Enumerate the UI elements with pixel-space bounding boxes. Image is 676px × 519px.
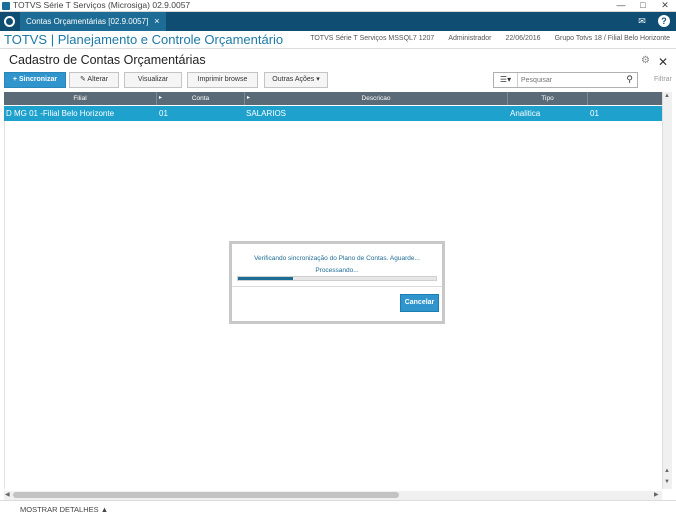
app-icon <box>2 1 10 10</box>
dialog-message: Verificando sincronização do Plano de Co… <box>254 255 420 262</box>
sync-button[interactable]: + Sincronizar <box>4 72 66 88</box>
date-label: 22/06/2016 <box>505 35 541 42</box>
scroll-right-icon[interactable]: ▶ <box>654 491 659 500</box>
dialog-status: Processando... <box>315 267 359 274</box>
column-header-extra[interactable] <box>588 92 662 105</box>
column-label: Descricao <box>361 95 391 102</box>
dropdown-arrow-icon: ▾ <box>316 76 320 83</box>
window-controls: — □ ✕ <box>610 0 676 12</box>
column-header-descricao[interactable]: ▸ Descricao <box>245 92 508 105</box>
tabbar-tools: ✉ ? <box>636 15 670 27</box>
cancel-button[interactable]: Cancelar <box>400 294 439 312</box>
dialog-separator <box>232 286 442 287</box>
column-header-conta[interactable]: ▸ Conta <box>157 92 245 105</box>
progress-bar <box>237 276 437 281</box>
cell-filial: D MG 01 -Filial Belo Horizonte <box>6 109 115 118</box>
cell-tipo: Analitica <box>510 109 541 118</box>
grid-header: Filial ▸ Conta ▸ Descricao Tipo <box>4 92 662 105</box>
sync-progress-dialog: Verificando sincronização do Plano de Co… <box>229 241 445 324</box>
maximize-button[interactable]: □ <box>632 0 654 12</box>
table-row[interactable]: D MG 01 -Filial Belo Horizonte 01 SALARI… <box>4 106 662 121</box>
app-brand: TOTVS | Planejamento e Controle Orçament… <box>4 32 284 47</box>
more-actions-label: Outras Ações <box>272 76 315 83</box>
show-details-toggle[interactable]: MOSTRAR DETALHES ▲ <box>20 505 108 514</box>
column-header-tipo[interactable]: Tipo <box>508 92 588 105</box>
chevron-up-icon: ▲ <box>100 505 109 514</box>
tab-contas-orcamentarias[interactable]: Contas Orçamentárias [02.9.0057] × <box>20 12 166 31</box>
help-icon[interactable]: ? <box>658 15 670 27</box>
tab-label: Contas Orçamentárias [02.9.0057] <box>26 17 149 26</box>
user-label: Administrador <box>448 35 492 42</box>
cell-conta: 01 <box>159 109 168 118</box>
scroll-down-icon[interactable]: ▼ <box>664 479 670 485</box>
search-box: ☰▾ ⚲ <box>493 72 638 88</box>
minimize-button[interactable]: — <box>610 0 632 12</box>
show-details-label: MOSTRAR DETALHES <box>20 505 99 514</box>
scroll-left-icon[interactable]: ◀ <box>5 491 10 500</box>
pencil-icon: ✎ <box>79 76 86 83</box>
app-header: TOTVS | Planejamento e Controle Orçament… <box>0 31 676 49</box>
window-titlebar: TOTVS Série T Serviços (Microsiga) 02.9.… <box>0 0 676 12</box>
horizontal-scroll-thumb[interactable] <box>13 492 399 498</box>
window-title: TOTVS Série T Serviços (Microsiga) 02.9.… <box>13 0 191 10</box>
scroll-up-icon[interactable]: ▲ <box>664 93 670 99</box>
search-input[interactable] <box>518 76 618 84</box>
edit-button[interactable]: ✎ Alterar <box>69 72 119 88</box>
cell-extra: 01 <box>590 109 599 118</box>
view-button[interactable]: Visualizar <box>124 72 182 88</box>
print-browse-button[interactable]: Imprimir browse <box>187 72 258 88</box>
column-label: Tipo <box>541 95 554 102</box>
cell-descricao: SALARIOS <box>246 109 287 118</box>
progress-fill <box>238 277 294 280</box>
title-actions: ⚙ ✕ <box>641 55 668 69</box>
totvs-logo-icon[interactable] <box>0 12 18 31</box>
edit-label: Alterar <box>87 76 109 83</box>
filter-link[interactable]: Filtrar <box>654 76 672 83</box>
settings-gear-icon[interactable]: ⚙ <box>641 55 650 69</box>
page-title: Cadastro de Contas Orçamentárias <box>9 53 206 67</box>
environment-label: TOTVS Série T Serviços MSSQL7 1207 <box>310 35 435 42</box>
column-label: Conta <box>191 95 210 102</box>
sort-arrow-icon: ▸ <box>247 95 251 101</box>
scroll-up-small-icon[interactable]: ▲ <box>664 468 670 474</box>
session-info: TOTVS Série T Serviços MSSQL7 1207 Admin… <box>310 35 670 42</box>
column-label: Filial <box>73 95 87 102</box>
search-icon[interactable]: ⚲ <box>626 74 633 85</box>
column-header-filial[interactable]: Filial <box>4 92 157 105</box>
more-actions-button[interactable]: Outras Ações ▾ <box>264 72 328 88</box>
message-icon[interactable]: ✉ <box>636 15 648 27</box>
tab-bar: Contas Orçamentárias [02.9.0057] × ✉ ? <box>0 12 676 31</box>
branch-label: Grupo Totvs 18 / Filial Belo Horizonte <box>554 35 670 42</box>
horizontal-scrollbar[interactable]: ◀ ▶ <box>4 491 662 500</box>
column-selector-icon[interactable]: ☰▾ <box>494 73 518 87</box>
tab-close-icon[interactable]: × <box>154 12 159 31</box>
close-window-button[interactable]: ✕ <box>654 0 676 12</box>
footer-bar: MOSTRAR DETALHES ▲ <box>0 500 676 519</box>
sort-arrow-icon: ▸ <box>159 95 163 101</box>
close-page-icon[interactable]: ✕ <box>658 55 668 69</box>
vertical-scrollbar[interactable]: ▲ ▲ ▼ <box>662 92 672 489</box>
